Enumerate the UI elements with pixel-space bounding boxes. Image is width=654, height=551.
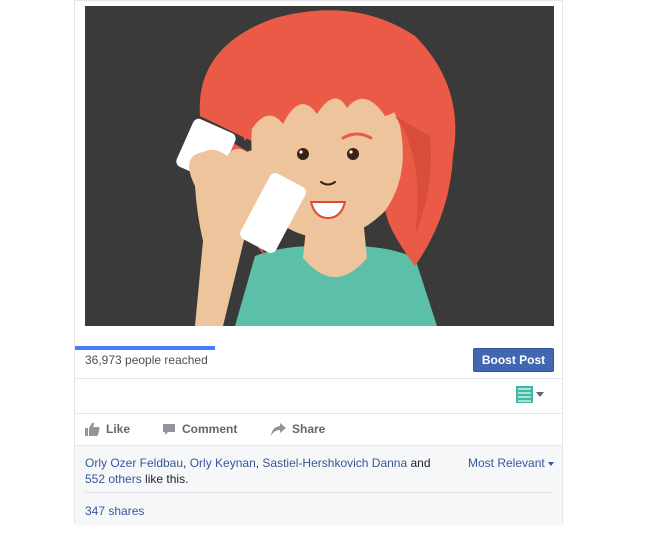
like-button[interactable]: Like [85, 414, 130, 444]
card-top-border [75, 0, 562, 1]
likes-summary: Orly Ozer Feldbau, Orly Keynan, Sastiel-… [85, 455, 445, 487]
reach-progress-fill [75, 346, 215, 350]
post-actions-bar: Like Comment Share [75, 414, 562, 444]
reach-text[interactable]: 36,973 people reached [85, 353, 208, 367]
reactions-section: Orly Ozer Feldbau, Orly Keynan, Sastiel-… [75, 445, 562, 525]
chevron-down-icon [547, 461, 554, 466]
post-card: 36,973 people reached Boost Post Like Co… [74, 0, 563, 525]
others-link[interactable]: 552 others [85, 472, 142, 486]
liker-link[interactable]: Orly Keynan [190, 456, 256, 470]
thumbs-up-icon [85, 422, 100, 436]
reach-progress-bar [75, 346, 215, 350]
page-avatar-icon[interactable] [516, 386, 533, 403]
separator: , [183, 456, 190, 470]
cartoon-illustration [85, 6, 554, 326]
share-arrow-icon [271, 422, 286, 436]
sort-dropdown[interactable]: Most Relevant [468, 455, 554, 471]
post-image[interactable] [85, 6, 554, 326]
chevron-down-icon[interactable] [536, 392, 544, 397]
comment-button[interactable]: Comment [162, 414, 237, 444]
comment-label: Comment [182, 422, 238, 436]
shares-link[interactable]: 347 shares [85, 503, 144, 519]
and-text: and [407, 456, 431, 470]
like-label: Like [106, 422, 131, 436]
liker-link[interactable]: Sastiel-Hershkovich Danna [262, 456, 407, 470]
share-button[interactable]: Share [271, 414, 325, 444]
share-label: Share [292, 422, 326, 436]
sort-label: Most Relevant [468, 456, 545, 470]
liker-link[interactable]: Orly Ozer Feldbau [85, 456, 183, 470]
boost-post-button[interactable]: Boost Post [473, 348, 554, 372]
like-this-text: like this. [141, 472, 189, 486]
comment-icon [162, 423, 176, 436]
divider [85, 492, 552, 493]
divider [75, 378, 562, 379]
